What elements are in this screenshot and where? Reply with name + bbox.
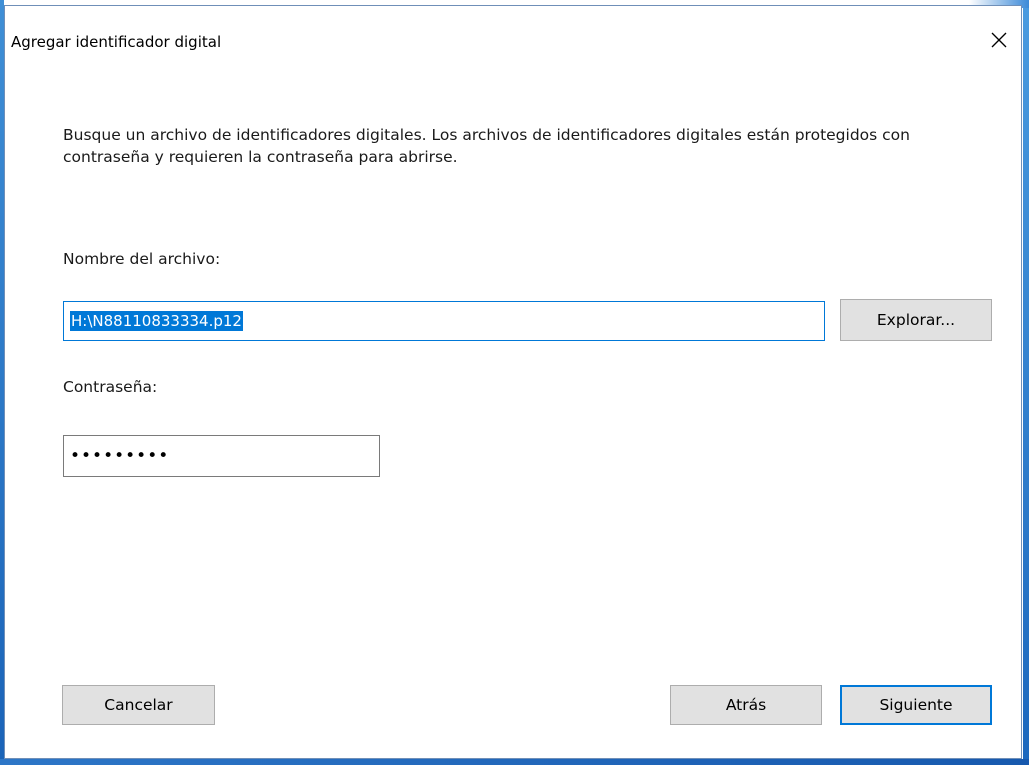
desktop: Agregar identificador digital Busque un …	[0, 0, 1029, 765]
password-input[interactable]: •••••••••	[63, 435, 380, 477]
password-label: Contraseña:	[63, 378, 158, 396]
browse-button[interactable]: Explorar...	[840, 299, 992, 341]
file-name-label: Nombre del archivo:	[63, 250, 221, 268]
file-name-value: H:\N88110833334.p12	[70, 311, 243, 331]
desktop-background-bottom	[0, 759, 1029, 765]
close-icon	[991, 32, 1007, 48]
cancel-button-label: Cancelar	[104, 696, 173, 714]
next-button-label: Siguiente	[879, 696, 953, 714]
dialog-title: Agregar identificador digital	[11, 33, 222, 51]
password-masked-value: •••••••••	[70, 446, 170, 466]
browse-button-label: Explorar...	[876, 311, 956, 329]
title-bar: Agregar identificador digital	[5, 6, 1021, 66]
next-button[interactable]: Siguiente	[840, 685, 992, 725]
file-name-input[interactable]: H:\N88110833334.p12	[63, 301, 825, 341]
back-button-label: Atrás	[725, 696, 767, 714]
desktop-background-right	[1023, 0, 1029, 765]
back-button[interactable]: Atrás	[670, 685, 822, 725]
close-button[interactable]	[981, 23, 1017, 57]
instructions-text: Busque un archivo de identificadores dig…	[63, 126, 910, 166]
add-digital-id-dialog: Agregar identificador digital Busque un …	[4, 5, 1022, 759]
cancel-button[interactable]: Cancelar	[62, 685, 215, 725]
